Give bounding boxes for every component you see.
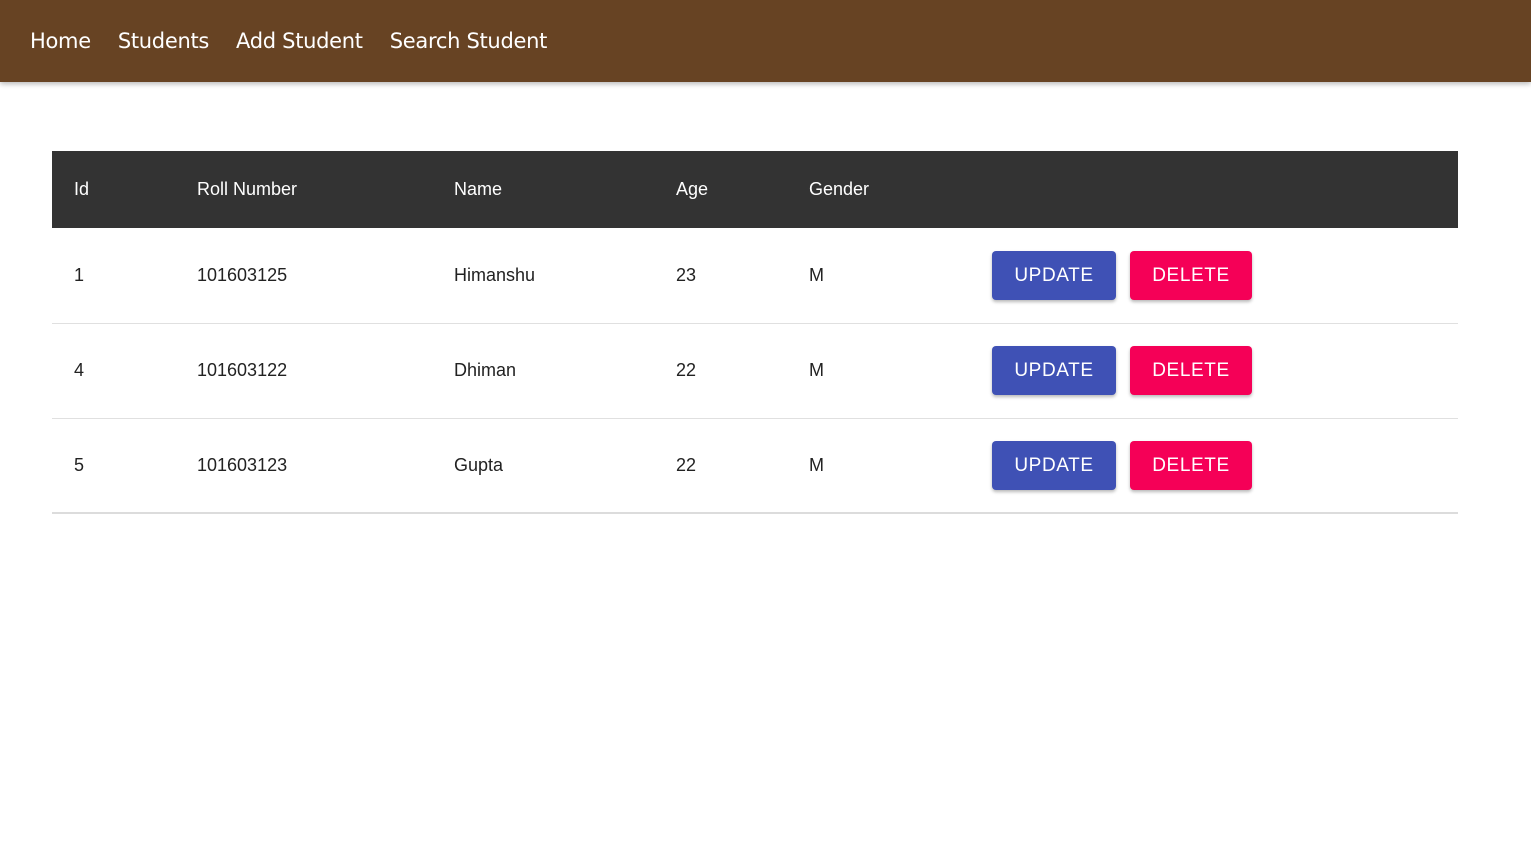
cell-name: Dhiman: [454, 360, 517, 380]
cell-name: Himanshu: [454, 264, 536, 285]
table-row: 5 101603123 Gupta 22 M UPDATE DELETE: [52, 418, 1458, 513]
header-actions: [992, 151, 1458, 228]
header-roll-number: Roll Number: [197, 179, 298, 199]
nav-home-link[interactable]: Home: [30, 29, 91, 53]
header-gender: Gender: [809, 179, 870, 199]
nav-students-link[interactable]: Students: [118, 29, 210, 53]
cell-actions: UPDATE DELETE: [992, 418, 1458, 513]
update-button[interactable]: UPDATE: [992, 250, 1116, 300]
cell-gender: M: [809, 454, 824, 475]
students-table-container: Id Roll Number Name Age Gender 1 1016031…: [52, 151, 1458, 514]
delete-button[interactable]: DELETE: [1130, 250, 1252, 300]
cell-roll-number: 101603122: [197, 360, 288, 380]
cell-age: 22: [676, 360, 697, 380]
header-name: Name: [454, 179, 503, 199]
nav-search-student-link[interactable]: Search Student: [390, 29, 548, 53]
table-row: 4 101603122 Dhiman 22 M UPDATE DELETE: [52, 323, 1458, 418]
cell-gender: M: [809, 360, 824, 380]
cell-age: 22: [676, 454, 697, 475]
cell-roll-number: 101603123: [197, 454, 288, 475]
cell-actions: UPDATE DELETE: [992, 323, 1458, 418]
update-button[interactable]: UPDATE: [992, 440, 1116, 490]
update-button[interactable]: UPDATE: [992, 346, 1116, 395]
top-navbar: Home Students Add Student Search Student: [0, 0, 1531, 82]
header-age: Age: [676, 179, 709, 199]
cell-id: 5: [74, 454, 85, 475]
students-table: Id Roll Number Name Age Gender 1 1016031…: [52, 151, 1458, 514]
cell-age: 23: [676, 264, 697, 285]
nav-add-student-link[interactable]: Add Student: [236, 29, 363, 53]
delete-button[interactable]: DELETE: [1130, 440, 1252, 490]
cell-gender: M: [809, 264, 824, 285]
cell-name: Gupta: [454, 454, 504, 475]
cell-id: 4: [74, 360, 85, 380]
delete-button[interactable]: DELETE: [1130, 346, 1252, 395]
table-header-row: Id Roll Number Name Age Gender: [52, 151, 1458, 228]
table-row: 1 101603125 Himanshu 23 M UPDATE DELETE: [52, 228, 1458, 323]
header-id: Id: [74, 179, 90, 199]
cell-actions: UPDATE DELETE: [992, 228, 1458, 323]
cell-id: 1: [74, 264, 85, 285]
cell-roll-number: 101603125: [197, 264, 288, 285]
